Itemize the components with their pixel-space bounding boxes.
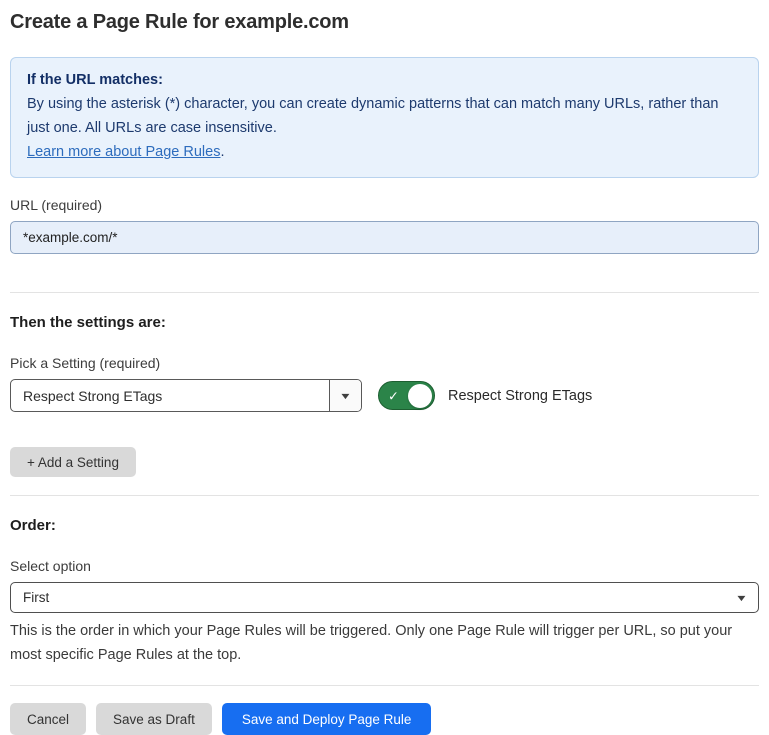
info-box-heading: If the URL matches: (27, 68, 742, 92)
order-select[interactable]: First ▼ (10, 582, 759, 613)
order-section-heading: Order: (10, 517, 759, 534)
order-select-value: First (11, 590, 737, 605)
chevron-down-icon: ▼ (339, 391, 352, 401)
url-input[interactable] (10, 221, 759, 254)
setting-select[interactable]: Respect Strong ETags ▼ (10, 379, 362, 412)
add-setting-button[interactable]: + Add a Setting (10, 447, 136, 477)
cancel-button[interactable]: Cancel (10, 703, 86, 735)
learn-more-link[interactable]: Learn more about Page Rules (27, 144, 220, 160)
save-deploy-button[interactable]: Save and Deploy Page Rule (222, 703, 432, 735)
info-link-line: Learn more about Page Rules. (27, 140, 742, 164)
select-option-label: Select option (10, 558, 759, 574)
setting-select-arrow-button[interactable]: ▼ (329, 380, 361, 411)
etags-toggle[interactable]: ✓ (378, 381, 435, 410)
toggle-label: Respect Strong ETags (448, 388, 592, 404)
url-match-info-box: If the URL matches: By using the asteris… (10, 57, 759, 178)
divider (10, 495, 759, 496)
check-icon: ✓ (388, 389, 399, 402)
link-period: . (220, 144, 224, 160)
divider (10, 292, 759, 293)
save-draft-button[interactable]: Save as Draft (96, 703, 212, 735)
create-page-rule-form: Create a Page Rule for example.com If th… (0, 11, 769, 735)
settings-section-heading: Then the settings are: (10, 314, 759, 331)
chevron-down-icon: ▼ (735, 593, 748, 603)
order-help-text: This is the order in which your Page Rul… (10, 619, 759, 667)
divider (10, 685, 759, 686)
page-title: Create a Page Rule for example.com (10, 11, 759, 34)
setting-row: Respect Strong ETags ▼ ✓ Respect Strong … (10, 379, 759, 412)
info-box-body: By using the asterisk (*) character, you… (27, 92, 742, 140)
action-buttons: Cancel Save as Draft Save and Deploy Pag… (10, 703, 759, 735)
pick-setting-label: Pick a Setting (required) (10, 355, 759, 371)
setting-select-value: Respect Strong ETags (11, 388, 329, 404)
toggle-knob (408, 384, 432, 408)
url-label: URL (required) (10, 197, 759, 213)
